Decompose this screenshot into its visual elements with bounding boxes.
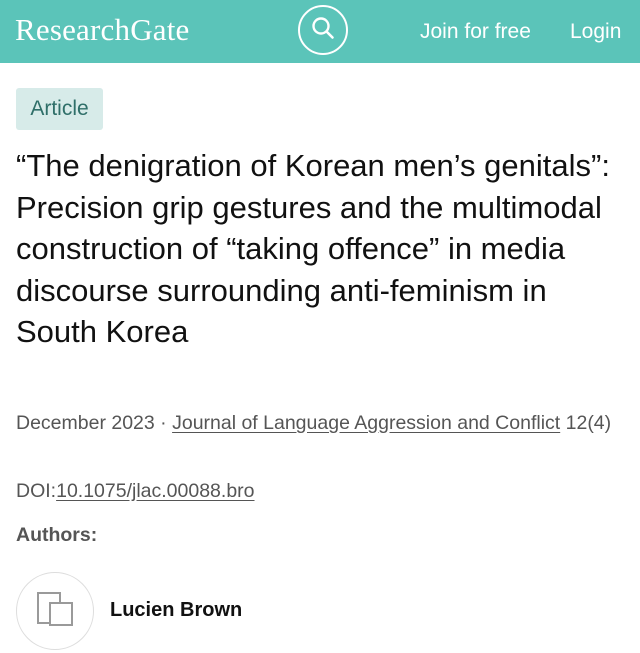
publication-date: December 2023 xyxy=(16,412,155,434)
doi-link[interactable]: 10.1075/jlac.00088.bro xyxy=(56,480,254,502)
doi-label: DOI: xyxy=(16,480,57,502)
authors-heading: Authors: xyxy=(16,524,98,546)
join-for-free-link[interactable]: Join for free xyxy=(420,20,531,44)
journal-link[interactable]: Journal of Language Aggression and Confl… xyxy=(172,412,560,434)
top-navigation-bar: ResearchGate Join for free Login xyxy=(0,0,640,63)
publication-meta: December 2023 · Journal of Language Aggr… xyxy=(16,408,616,439)
article-type-badge: Article xyxy=(16,88,103,130)
researchgate-logo[interactable]: ResearchGate xyxy=(15,12,190,48)
login-link[interactable]: Login xyxy=(570,20,621,44)
search-button[interactable] xyxy=(298,5,348,55)
placeholder-avatar-icon xyxy=(35,589,75,634)
search-icon xyxy=(310,15,336,46)
author-avatar[interactable] xyxy=(16,572,94,650)
doi-line: DOI:10.1075/jlac.00088.bro xyxy=(16,480,255,503)
article-title: “The denigration of Korean men’s genital… xyxy=(16,148,610,349)
journal-issue: 12(4) xyxy=(565,412,612,434)
meta-separator: · xyxy=(154,412,173,434)
author-name[interactable]: Lucien Brown xyxy=(110,599,242,622)
